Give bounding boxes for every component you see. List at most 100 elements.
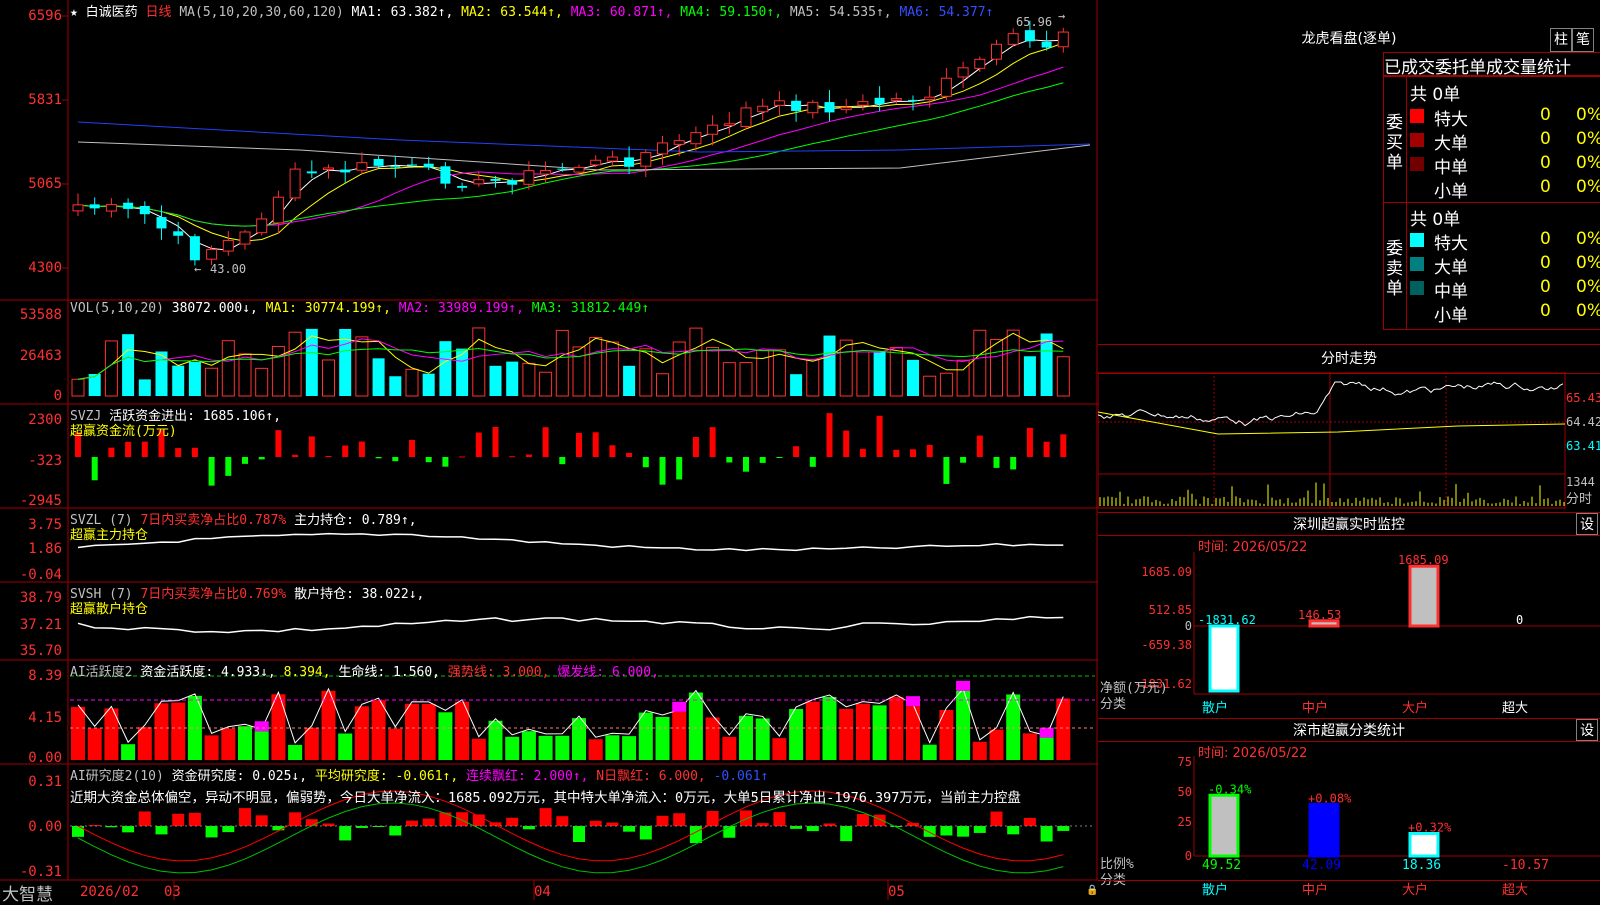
- ai-activity-bar: [989, 729, 1004, 760]
- ai1-y-tick: 8.39: [28, 668, 62, 684]
- stats-change: -0.34%: [1208, 782, 1252, 796]
- order-percent: 0%: [1576, 129, 1600, 149]
- order-count: 0: [1540, 153, 1551, 173]
- stats-settings-button[interactable]: 设: [1576, 719, 1598, 741]
- volume-bar: [104, 340, 118, 397]
- ai-activity-bar: [505, 736, 520, 760]
- ai-activity-bar: [438, 712, 453, 760]
- stats-change: +0.08%: [1308, 791, 1352, 805]
- period-label[interactable]: 日线: [146, 5, 172, 20]
- volume-bar: [439, 341, 452, 396]
- column-view-button[interactable]: 柱: [1550, 28, 1572, 52]
- candle-body: [440, 166, 451, 184]
- volume-bar: [739, 362, 753, 397]
- ai-activity-bar: [121, 744, 136, 760]
- svzj-bar: [141, 441, 148, 457]
- order-row: 小单 0 0%: [1410, 301, 1600, 326]
- volume-bar: [372, 358, 385, 396]
- volume-bar: [639, 348, 653, 397]
- svsh-y-tick: 37.21: [19, 617, 62, 633]
- svzj-bar: [225, 457, 232, 476]
- y-tick: 5831: [28, 92, 62, 108]
- svzj-bar: [91, 457, 98, 481]
- order-type: 小单: [1434, 182, 1468, 202]
- volume-bar: [907, 359, 919, 396]
- ai-research-bar: [589, 820, 602, 826]
- ai-research-bar: [623, 826, 636, 832]
- svsh-line: [77, 615, 1064, 634]
- svzj-bar: [108, 447, 115, 457]
- sell-total: 共 0单: [1410, 210, 1461, 230]
- candle-body: [390, 166, 401, 168]
- ai-research-bar: [506, 817, 519, 826]
- ai-activity-bar: [755, 718, 770, 760]
- order-row: 中单 0 0%: [1410, 153, 1600, 178]
- svzj-bar: [576, 432, 582, 457]
- ai-activity-bar: [872, 705, 887, 760]
- ai-activity-bar: [221, 728, 236, 760]
- ai-activity-bar: [922, 744, 937, 760]
- volume-bar: [405, 368, 419, 397]
- candle-body: [222, 239, 234, 252]
- y-tick: 6596: [28, 8, 62, 24]
- svzj-y-tick: -2945: [19, 493, 62, 509]
- ai-activity-bar: [405, 703, 419, 760]
- svzj-bar: [843, 430, 850, 457]
- candle-body: [807, 101, 819, 114]
- ai-research-bar: [539, 808, 552, 826]
- monitor-category: 大户: [1402, 700, 1428, 716]
- volume-bar: [472, 327, 486, 397]
- svzj-bar: [960, 457, 967, 463]
- candle-body: [840, 107, 852, 111]
- svzj-sub: 超赢资金流(万元): [70, 424, 177, 439]
- vol-y-tick: 26463: [19, 348, 62, 364]
- ai-activity-bar: [972, 741, 987, 760]
- svzj-bar: [1010, 457, 1017, 470]
- candle-body: [189, 236, 200, 261]
- brand-label[interactable]: 大智慧: [2, 880, 53, 905]
- volume-bar: [555, 329, 569, 397]
- ai-activity-bar: [421, 703, 436, 760]
- monitor-title: 深圳超赢实时监控: [1293, 517, 1405, 533]
- ai-activity-bar: [538, 735, 553, 760]
- order-color-swatch: [1410, 157, 1424, 171]
- order-type: 大单: [1434, 134, 1468, 154]
- stats-bar: [1408, 831, 1440, 858]
- ai-activity-bar: [855, 703, 870, 760]
- ai-burst-marker: [254, 721, 269, 732]
- tick-view-button[interactable]: 笔: [1572, 28, 1594, 52]
- svzj-bar: [659, 457, 666, 485]
- ai1-y-tick: 4.15: [28, 710, 62, 726]
- stats-y-tick: 50: [1178, 785, 1192, 799]
- svzj-bar: [893, 449, 900, 457]
- ma5-value: MA5: 54.535↑,: [789, 5, 892, 20]
- stats-category: 散户: [1202, 882, 1228, 898]
- ai1-y-tick: 0.00: [28, 750, 62, 766]
- star-icon[interactable]: ★: [70, 5, 78, 20]
- right-panel: 龙虎看盘(逐单) 柱 笔 已成交委托单成交量统计 委买单 委卖单 共 0单 共 …: [1098, 0, 1600, 900]
- y-tick: 5065: [28, 176, 62, 192]
- ai-research-bar: [940, 826, 953, 836]
- stats-chart: 75 50 25 0 比例% 分类 -0.34%+0.08%+0.32%49.5…: [1100, 756, 1600, 898]
- ai-activity-bar: [288, 744, 303, 760]
- ai-research-bar: [723, 826, 736, 838]
- svzj-bar: [242, 457, 248, 464]
- candle-body: [323, 167, 334, 171]
- ai-research-bar: [639, 826, 652, 840]
- svzj-bar: [475, 432, 482, 457]
- ai-research-bar: [840, 826, 853, 842]
- candle-body: [507, 180, 518, 185]
- svzj-bar: [191, 447, 198, 457]
- monitor-settings-button[interactable]: 设: [1576, 513, 1598, 535]
- ai-research-bar: [305, 819, 318, 826]
- ai-research-bar: [556, 816, 569, 826]
- vol-y-tick: 53588: [19, 307, 62, 323]
- monitor-bar: [1408, 564, 1440, 628]
- date-label-may: 05: [888, 884, 905, 900]
- svzj-bar: [1060, 434, 1067, 457]
- intraday-chart[interactable]: 65.43 64.42 63.41 1344 分时: [1098, 372, 1600, 510]
- svzj-bar: [525, 454, 532, 457]
- intraday-lines: [1098, 381, 1566, 506]
- lock-icon[interactable]: 🔒: [1086, 884, 1098, 896]
- ai-activity-bar: [638, 712, 653, 760]
